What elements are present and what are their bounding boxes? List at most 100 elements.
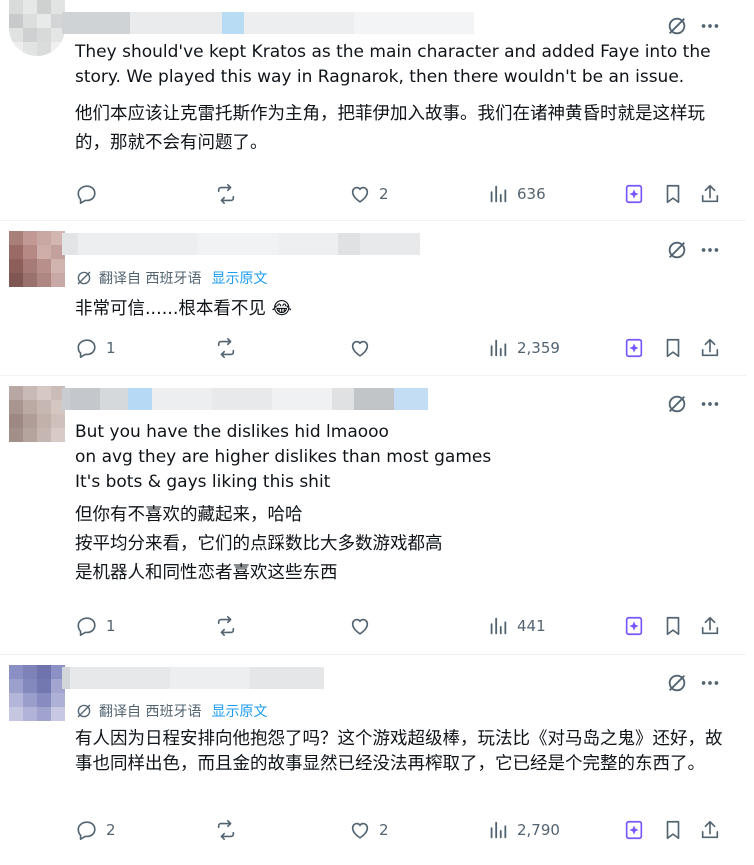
like-button[interactable] [349, 333, 379, 363]
share-button[interactable] [699, 815, 721, 845]
bookmark-button[interactable] [662, 611, 684, 641]
grok-icon[interactable] [665, 671, 689, 695]
grok-icon[interactable] [665, 392, 689, 416]
grok-bookmark-button[interactable] [623, 333, 645, 363]
show-original-link[interactable]: 显示原文 [211, 268, 267, 288]
share-button[interactable] [699, 611, 721, 641]
views-button[interactable]: 2,359 [487, 333, 560, 363]
reply-post[interactable]: 翻译自 西班牙语 显示原文 有人因为日程安排向他抱怨了吗？这个游戏超级棒，玩法比… [0, 655, 746, 865]
bookmark-icon [666, 820, 680, 840]
repost-button[interactable] [215, 333, 245, 363]
share-button[interactable] [699, 333, 721, 363]
translate-grok-icon [77, 271, 91, 285]
reply-button[interactable] [76, 179, 106, 209]
action-bar: 1 441 [0, 611, 746, 641]
repost-button[interactable] [215, 815, 245, 845]
reply-icon [77, 821, 96, 840]
bookmark-icon [666, 184, 680, 204]
view-count: 2,359 [517, 339, 560, 357]
post-translation: 他们本应该让克雷托斯作为主角，把菲伊加入故事。我们在诸神黄昏时就是这样玩的，那就… [75, 104, 705, 153]
reply-post[interactable]: 翻译自 西班牙语 显示原文 非常可信......根本看不见 😂 1 2,359 [0, 221, 746, 376]
reply-icon [77, 617, 96, 636]
translation-note: 翻译自 西班牙语 显示原文 [75, 268, 267, 288]
avatar[interactable] [9, 231, 65, 287]
repost-icon [217, 184, 235, 204]
translated-from-label: 翻译自 西班牙语 [99, 271, 202, 287]
reply-post[interactable]: But you have the dislikes hid lmaooo on … [0, 376, 746, 655]
show-original-link[interactable]: 显示原文 [211, 701, 267, 721]
bookmark-button[interactable] [662, 815, 684, 845]
like-count: 2 [379, 821, 389, 839]
more-dots-icon[interactable] [698, 238, 722, 262]
grok-bookmark-icon [625, 338, 643, 358]
reply-button[interactable]: 1 [76, 611, 116, 641]
views-chart-icon [490, 617, 507, 635]
translated-from-label: 翻译自 西班牙语 [99, 704, 202, 720]
action-bar: 2 2 2,790 [0, 815, 746, 845]
author-name-blurred[interactable] [62, 12, 474, 34]
post-body: 非常可信......根本看不见 😂 [75, 295, 725, 324]
grok-bookmark-button[interactable] [623, 611, 645, 641]
grok-icon[interactable] [665, 238, 689, 262]
like-count: 2 [379, 185, 389, 203]
action-bar: 1 2,359 [0, 333, 746, 363]
post-body: 有人因为日程安排向他抱怨了吗？这个游戏超级棒，玩法比《对马岛之鬼》还好，故事也同… [75, 727, 725, 777]
like-button[interactable]: 2 [349, 815, 389, 845]
heart-icon [351, 618, 369, 635]
like-button[interactable]: 2 [349, 179, 389, 209]
share-button[interactable] [699, 179, 721, 209]
reply-icon [77, 339, 96, 358]
repost-button[interactable] [215, 611, 245, 641]
post-translation: 但你有不喜欢的藏起来，哈哈 按平均分来看，它们的点踩数比大多数游戏都高 是机器人… [75, 505, 443, 583]
author-name-blurred[interactable] [62, 388, 428, 410]
translate-grok-icon [77, 704, 91, 718]
heart-icon [351, 340, 369, 357]
bookmark-button[interactable] [662, 333, 684, 363]
bookmark-icon [666, 616, 680, 636]
author-name-blurred[interactable] [62, 233, 420, 255]
reply-count: 2 [106, 821, 116, 839]
reply-post[interactable]: They should've kept Kratos as the main c… [0, 0, 746, 221]
grok-bookmark-icon [625, 616, 643, 636]
bookmark-button[interactable] [662, 179, 684, 209]
like-button[interactable] [349, 611, 379, 641]
reply-button[interactable]: 1 [76, 333, 116, 363]
view-count: 636 [517, 185, 546, 203]
repost-icon [217, 820, 235, 840]
reply-feed: They should've kept Kratos as the main c… [0, 0, 754, 865]
post-body: They should've kept Kratos as the main c… [75, 40, 725, 158]
grok-bookmark-icon [625, 820, 643, 840]
post-body: But you have the dislikes hid lmaooo on … [75, 420, 725, 588]
translation-note: 翻译自 西班牙语 显示原文 [75, 701, 267, 721]
reply-button[interactable]: 2 [76, 815, 116, 845]
grok-bookmark-icon [625, 184, 643, 204]
post-text: But you have the dislikes hid lmaooo on … [75, 422, 492, 492]
views-button[interactable]: 2,790 [487, 815, 560, 845]
view-count: 2,790 [517, 821, 560, 839]
post-text: They should've kept Kratos as the main c… [75, 42, 711, 87]
heart-icon [351, 186, 369, 203]
views-button[interactable]: 441 [487, 611, 546, 641]
views-button[interactable]: 636 [487, 179, 546, 209]
more-dots-icon[interactable] [698, 671, 722, 695]
avatar[interactable] [9, 0, 65, 56]
view-count: 441 [517, 617, 546, 635]
reply-count: 1 [106, 617, 116, 635]
repost-icon [217, 338, 235, 358]
author-name-blurred[interactable] [62, 667, 324, 689]
avatar[interactable] [9, 665, 65, 721]
avatar[interactable] [9, 386, 65, 442]
grok-bookmark-button[interactable] [623, 815, 645, 845]
share-icon [701, 338, 719, 357]
more-dots-icon[interactable] [698, 392, 722, 416]
share-icon [701, 616, 719, 635]
views-chart-icon [490, 821, 507, 839]
heart-icon [351, 822, 369, 839]
views-chart-icon [490, 185, 507, 203]
repost-button[interactable] [215, 179, 245, 209]
more-dots-icon[interactable] [698, 14, 722, 38]
share-icon [701, 820, 719, 839]
grok-bookmark-button[interactable] [623, 179, 645, 209]
views-chart-icon [490, 339, 507, 357]
grok-icon[interactable] [665, 14, 689, 38]
